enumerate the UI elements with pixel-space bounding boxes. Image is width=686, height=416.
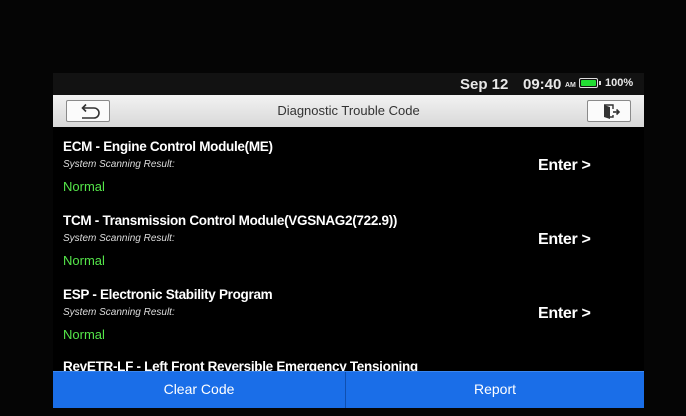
module-name: ESP - Electronic Stability Program [63,287,273,302]
scan-result-label: System Scanning Result: [63,159,175,170]
title-bar: Diagnostic Trouble Code [53,95,644,127]
battery-tip [599,81,601,85]
report-button[interactable]: Report [346,372,644,408]
exit-button[interactable] [587,100,631,122]
scan-result-label: System Scanning Result: [63,233,175,244]
page-title: Diagnostic Trouble Code [277,103,420,118]
scan-result-label: System Scanning Result: [63,307,175,318]
scan-result-status: Normal [63,179,105,194]
battery-percent: 100% [605,77,634,89]
enter-button[interactable]: Enter > [538,231,591,249]
status-time: 09:40 [523,76,562,93]
enter-button[interactable]: Enter > [538,305,591,323]
list-item: TCM - Transmission Control Module(VGSNAG… [53,201,644,275]
status-date: Sep 12 [460,76,509,93]
clear-code-button[interactable]: Clear Code [53,372,345,408]
module-name: TCM - Transmission Control Module(VGSNAG… [63,213,398,228]
scan-result-status: Normal [63,327,105,342]
battery-icon [579,78,598,88]
action-bar: Clear Code Report [53,371,644,408]
scanner-screen: Sep 12 09:40 AM 100% Diagnostic Trouble … [53,73,644,408]
list-item: ECM - Engine Control Module(ME) System S… [53,127,644,201]
module-name: ECM - Engine Control Module(ME) [63,139,273,154]
module-list: ECM - Engine Control Module(ME) System S… [53,127,644,408]
enter-button[interactable]: Enter > [538,157,591,175]
scan-result-status: Normal [63,253,105,268]
exit-door-icon [604,104,621,119]
battery-level-fill [581,80,596,86]
list-item: ESP - Electronic Stability Program Syste… [53,275,644,349]
status-ampm: AM [565,82,576,89]
status-bar: Sep 12 09:40 AM 100% [53,73,644,95]
